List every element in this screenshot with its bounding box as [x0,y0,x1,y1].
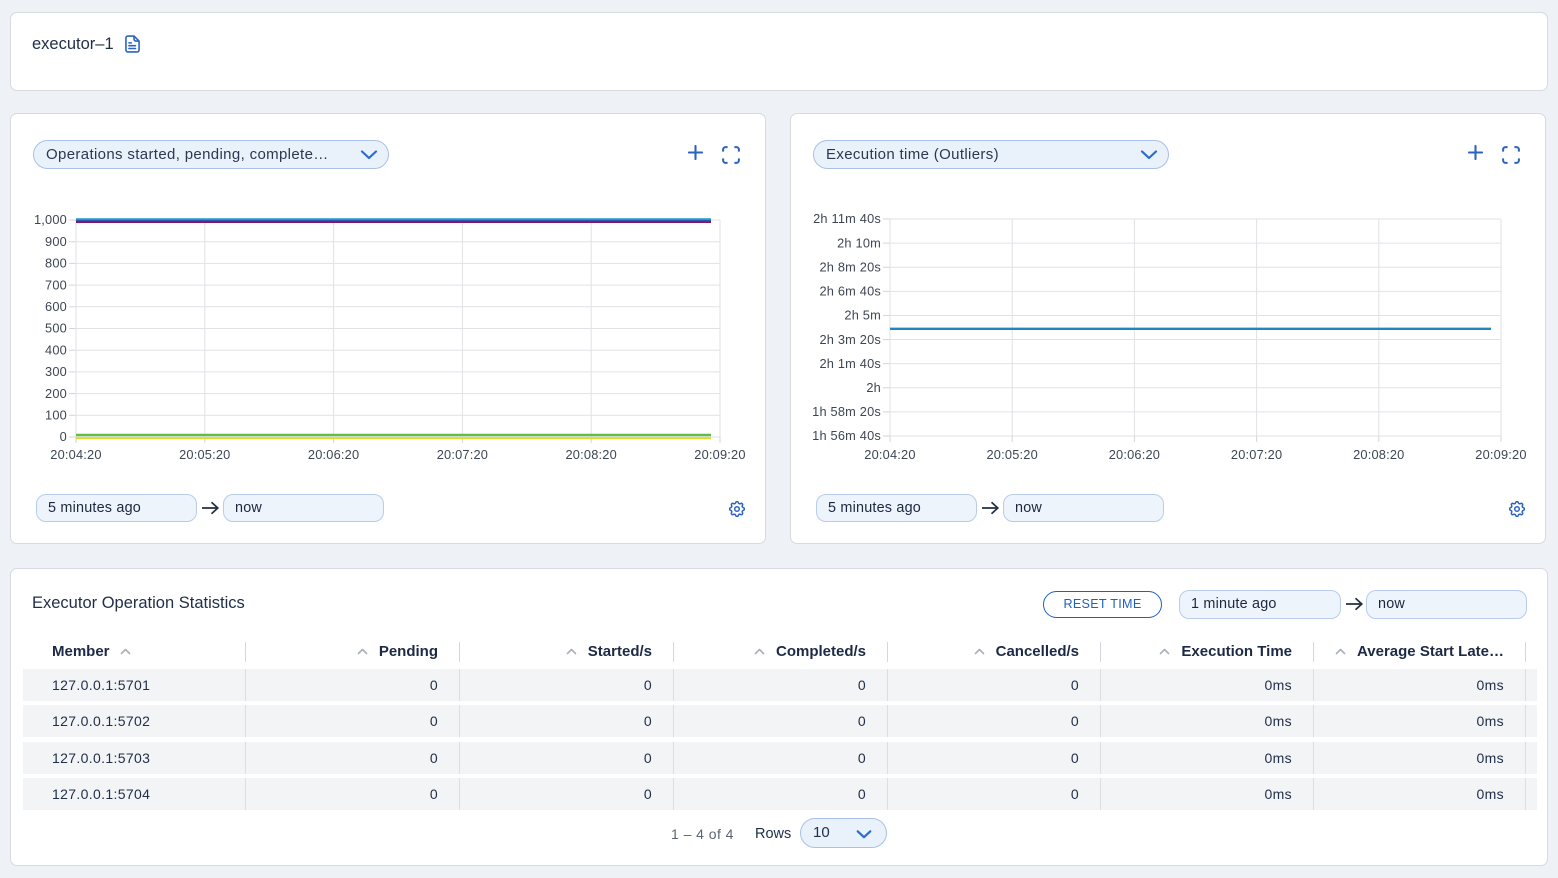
svg-text:20:04:20: 20:04:20 [864,447,915,462]
svg-text:2h 5m: 2h 5m [844,308,881,323]
svg-text:600: 600 [45,299,67,314]
svg-text:20:06:20: 20:06:20 [1109,447,1160,462]
svg-text:800: 800 [45,256,67,271]
svg-text:20:04:20: 20:04:20 [50,447,101,462]
svg-text:20:07:20: 20:07:20 [437,447,488,462]
svg-text:2h 10m: 2h 10m [837,235,881,250]
svg-text:20:08:20: 20:08:20 [1353,447,1404,462]
svg-text:100: 100 [45,408,67,423]
svg-text:2h 11m 40s: 2h 11m 40s [813,211,881,226]
svg-text:900: 900 [45,234,67,249]
svg-text:20:06:20: 20:06:20 [308,447,359,462]
svg-text:2h 3m 20s: 2h 3m 20s [819,332,881,347]
svg-text:500: 500 [45,321,67,336]
svg-text:1h 58m 20s: 1h 58m 20s [812,404,881,419]
svg-text:2h 6m 40s: 2h 6m 40s [819,284,881,299]
svg-text:20:09:20: 20:09:20 [694,447,745,462]
svg-text:2h 8m 20s: 2h 8m 20s [819,259,881,274]
svg-text:20:09:20: 20:09:20 [1475,447,1526,462]
svg-text:2h 1m 40s: 2h 1m 40s [819,356,881,371]
svg-text:2h: 2h [866,380,881,395]
svg-text:1h 56m 40s: 1h 56m 40s [812,428,881,443]
svg-text:400: 400 [45,342,67,357]
svg-text:0: 0 [60,429,67,444]
svg-text:700: 700 [45,277,67,292]
svg-text:20:05:20: 20:05:20 [986,447,1037,462]
svg-text:20:07:20: 20:07:20 [1231,447,1282,462]
svg-text:20:08:20: 20:08:20 [565,447,616,462]
svg-text:20:05:20: 20:05:20 [179,447,230,462]
svg-text:300: 300 [45,364,67,379]
svg-text:200: 200 [45,386,67,401]
svg-text:1,000: 1,000 [34,212,67,227]
